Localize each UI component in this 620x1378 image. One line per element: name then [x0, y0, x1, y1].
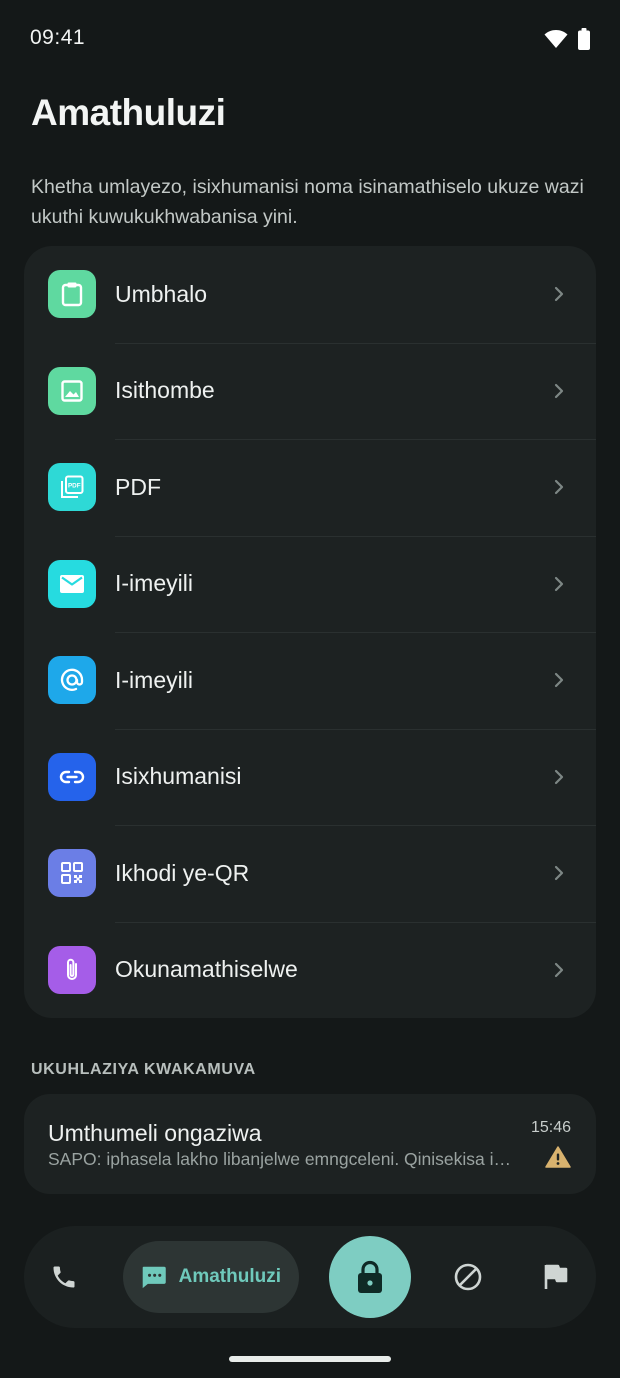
tool-item-email[interactable]: I-imeyili: [24, 535, 596, 633]
image-icon: [48, 366, 96, 415]
recent-sender: Umthumeli ongaziwa: [48, 1120, 262, 1146]
tool-item-email-address[interactable]: I-imeyili: [24, 632, 596, 729]
chevron-right-icon: [554, 865, 564, 881]
flag-icon: [544, 1264, 568, 1289]
nav-calls[interactable]: [44, 1257, 84, 1297]
svg-text:PDF: PDF: [68, 483, 81, 490]
recent-preview: SAPO: iphasela lakho libanjelwe emngcele…: [48, 1149, 518, 1169]
mail-icon: [48, 559, 96, 608]
pdf-icon: PDF: [48, 463, 96, 512]
nav-tools[interactable]: Amathuluzi: [123, 1241, 299, 1313]
tool-item-link[interactable]: Isixhumanisi: [24, 728, 596, 826]
status-time: 09:41: [30, 26, 86, 49]
tool-label: Okunamathiselwe: [115, 956, 298, 983]
chevron-right-icon: [554, 576, 564, 592]
tool-label: Umbhalo: [115, 280, 208, 307]
chevron-right-icon: [554, 769, 564, 785]
block-icon: [454, 1263, 482, 1291]
tool-label: I-imeyili: [115, 570, 193, 597]
qr-code-icon: [48, 849, 96, 898]
chevron-right-icon: [554, 672, 564, 688]
tool-item-image[interactable]: Isithombe: [24, 342, 596, 440]
recent-analysis-item[interactable]: Umthumeli ongaziwa SAPO: iphasela lakho …: [24, 1094, 596, 1194]
chevron-right-icon: [554, 962, 564, 978]
tool-label: Isithombe: [115, 377, 215, 404]
tool-label: I-imeyili: [115, 666, 193, 693]
recent-time: 15:46: [530, 1119, 571, 1136]
home-indicator[interactable]: [229, 1356, 391, 1362]
chevron-right-icon: [554, 286, 564, 302]
nav-tools-label: Amathuluzi: [178, 1266, 281, 1287]
lock-button[interactable]: [329, 1236, 411, 1318]
chevron-right-icon: [554, 479, 564, 495]
tool-label: Isixhumanisi: [115, 763, 242, 790]
tool-label: PDF: [115, 473, 161, 500]
bottom-nav: Amathuluzi: [24, 1226, 596, 1328]
warning-icon: [545, 1146, 571, 1173]
nav-blocked[interactable]: [448, 1257, 488, 1297]
paperclip-icon: [48, 945, 96, 994]
link-icon: [48, 752, 96, 801]
chevron-right-icon: [554, 383, 564, 399]
tool-item-pdf[interactable]: PDF PDF: [24, 439, 596, 536]
page-description: Khetha umlayezo, isixhumanisi noma isina…: [31, 176, 584, 228]
at-icon: [48, 656, 96, 705]
status-bar: 09:41: [0, 0, 620, 76]
clipboard-icon: [48, 270, 96, 319]
battery-icon: [578, 28, 590, 50]
tool-label: Ikhodi ye-QR: [115, 859, 250, 886]
tool-item-text[interactable]: Umbhalo: [24, 246, 596, 343]
wifi-icon: [544, 30, 568, 48]
recent-section-heading: UKUHLAZIYA KWAKAMUVA: [31, 1061, 256, 1078]
tool-item-qr-code[interactable]: Ikhodi ye-QR: [24, 825, 596, 922]
phone-icon: [53, 1266, 75, 1288]
nav-report[interactable]: [536, 1257, 576, 1297]
status-icons: [544, 26, 590, 50]
chat-icon: [142, 1266, 166, 1289]
page-title: Amathuluzi: [31, 92, 226, 133]
tool-item-attachment[interactable]: Okunamathiselwe: [24, 921, 596, 1019]
tools-list: Umbhalo Isithombe PDF PDF I-imeyili I-im…: [24, 246, 596, 1018]
lock-icon: [358, 1260, 382, 1293]
